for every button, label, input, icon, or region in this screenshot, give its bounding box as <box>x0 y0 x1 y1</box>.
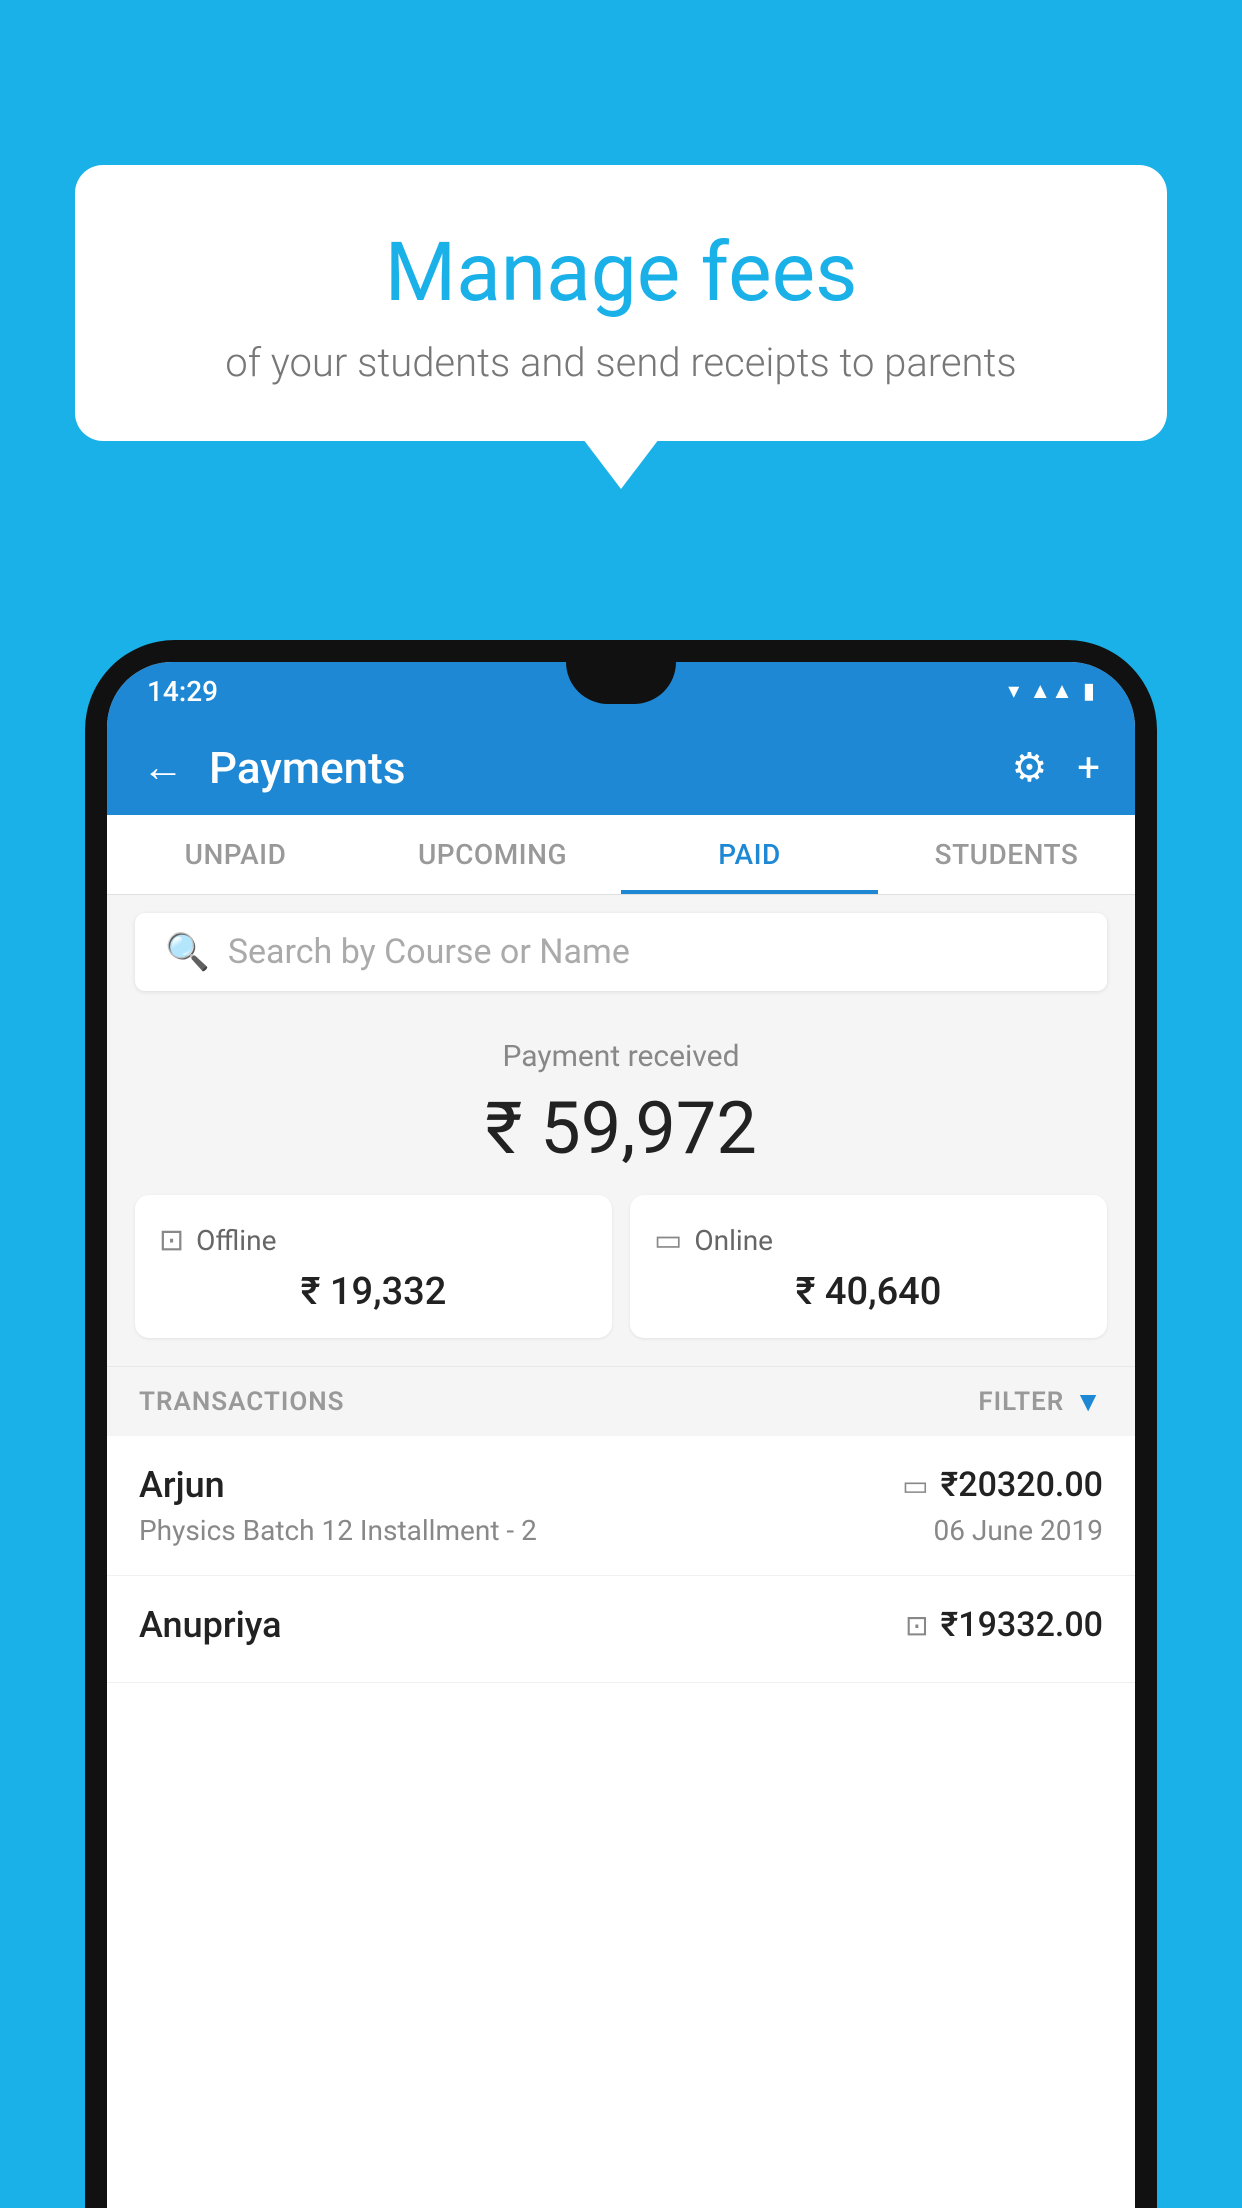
transaction-row-anupriya[interactable]: Anupriya ⊡ ₹19332.00 <box>107 1576 1135 1683</box>
offline-label: Offline <box>196 1224 276 1257</box>
transaction-amount-wrap-1: ▭ ₹20320.00 <box>902 1465 1103 1505</box>
transaction-amount-1: ₹20320.00 <box>941 1465 1103 1505</box>
filter-icon: ▼ <box>1074 1385 1103 1418</box>
payment-received-label: Payment received <box>135 1039 1107 1074</box>
transactions-label: TRANSACTIONS <box>139 1387 345 1417</box>
status-time: 14:29 <box>147 675 218 708</box>
signal-icon: ▲▲ <box>1029 678 1073 704</box>
transaction-date-1: 06 June 2019 <box>933 1514 1103 1547</box>
filter-button[interactable]: FILTER ▼ <box>978 1385 1103 1418</box>
online-card: ▭ Online ₹ 40,640 <box>630 1195 1107 1338</box>
payment-total-amount: ₹ 59,972 <box>135 1086 1107 1171</box>
transaction-bottom-1: Physics Batch 12 Installment - 2 06 June… <box>139 1514 1103 1547</box>
tab-paid[interactable]: PAID <box>621 815 878 894</box>
online-icon: ▭ <box>654 1223 682 1258</box>
back-button[interactable]: ← <box>142 743 184 792</box>
search-bar[interactable]: 🔍 Search by Course or Name <box>135 913 1107 991</box>
phone-frame: 14:29 ▾ ▲▲ ▮ ← Payments ⚙ + UNPAID UPCOM… <box>85 640 1157 2208</box>
page-title: Payments <box>209 742 986 794</box>
offline-icon: ⊡ <box>159 1223 184 1258</box>
transaction-top-2: Anupriya ⊡ ₹19332.00 <box>139 1604 1103 1646</box>
search-container: 🔍 Search by Course or Name <box>107 895 1135 1009</box>
transaction-amount-wrap-2: ⊡ ₹19332.00 <box>905 1605 1103 1645</box>
transaction-course-1: Physics Batch 12 Installment - 2 <box>139 1514 537 1547</box>
transactions-header: TRANSACTIONS FILTER ▼ <box>107 1366 1135 1436</box>
notch <box>566 662 676 704</box>
phone-screen: 14:29 ▾ ▲▲ ▮ ← Payments ⚙ + UNPAID UPCOM… <box>107 662 1135 2208</box>
app-header: ← Payments ⚙ + <box>107 720 1135 815</box>
tab-upcoming[interactable]: UPCOMING <box>364 815 621 894</box>
offline-card-header: ⊡ Offline <box>159 1223 588 1258</box>
offline-card: ⊡ Offline ₹ 19,332 <box>135 1195 612 1338</box>
search-input[interactable]: Search by Course or Name <box>228 932 630 972</box>
online-card-header: ▭ Online <box>654 1223 1083 1258</box>
transaction-amount-2: ₹19332.00 <box>941 1605 1103 1645</box>
bubble-title: Manage fees <box>145 225 1097 321</box>
payment-summary: Payment received ₹ 59,972 ⊡ Offline ₹ 19… <box>107 1009 1135 1366</box>
tab-unpaid[interactable]: UNPAID <box>107 815 364 894</box>
header-icons: ⚙ + <box>1011 744 1100 791</box>
online-amount: ₹ 40,640 <box>654 1270 1083 1314</box>
transaction-name-1: Arjun <box>139 1464 225 1506</box>
transaction-row-arjun[interactable]: Arjun ▭ ₹20320.00 Physics Batch 12 Insta… <box>107 1436 1135 1576</box>
online-label: Online <box>694 1224 773 1257</box>
wifi-icon: ▾ <box>1008 679 1019 704</box>
tab-students[interactable]: STUDENTS <box>878 815 1135 894</box>
battery-icon: ▮ <box>1083 679 1095 704</box>
transaction-top-1: Arjun ▭ ₹20320.00 <box>139 1464 1103 1506</box>
offline-amount: ₹ 19,332 <box>159 1270 588 1314</box>
search-icon: 🔍 <box>165 931 210 973</box>
filter-label: FILTER <box>978 1387 1064 1417</box>
speech-bubble: Manage fees of your students and send re… <box>75 165 1167 441</box>
payment-type-icon-1: ▭ <box>902 1469 928 1502</box>
status-bar: 14:29 ▾ ▲▲ ▮ <box>107 662 1135 720</box>
payment-cards: ⊡ Offline ₹ 19,332 ▭ Online ₹ 40,640 <box>135 1195 1107 1338</box>
tabs-bar: UNPAID UPCOMING PAID STUDENTS <box>107 815 1135 895</box>
payment-type-icon-2: ⊡ <box>905 1609 928 1642</box>
add-icon[interactable]: + <box>1077 744 1100 791</box>
transaction-name-2: Anupriya <box>139 1604 282 1646</box>
settings-icon[interactable]: ⚙ <box>1011 744 1047 791</box>
status-icons: ▾ ▲▲ ▮ <box>1008 678 1095 704</box>
bubble-subtitle: of your students and send receipts to pa… <box>145 339 1097 386</box>
